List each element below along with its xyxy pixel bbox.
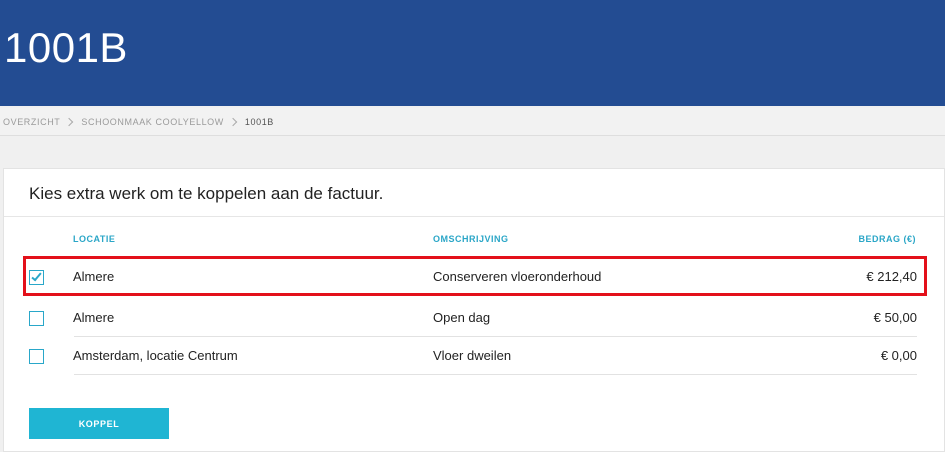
breadcrumb-item-schoonmaak[interactable]: SCHOONMAAK COOLYELLOW [81,117,223,127]
card-title: Kies extra werk om te koppelen aan de fa… [29,184,384,203]
breadcrumb: OVERZICHT SCHOONMAAK COOLYELLOW 1001B [0,108,945,136]
column-header-location[interactable]: LOCATIE [73,234,115,244]
page-header: 1001B [0,0,945,106]
highlight-box [23,256,927,296]
row-description: Vloer dweilen [433,348,512,363]
page-title: 1001B [4,24,128,71]
row-description: Open dag [433,310,491,325]
chevron-right-icon [228,117,238,126]
card-divider [4,216,944,217]
koppel-button[interactable]: KOPPEL [29,408,169,439]
table-row[interactable]: Amsterdam, locatie Centrum Vloer dweilen… [29,337,917,375]
breadcrumb-item-current: 1001B [244,116,274,127]
column-header-amount[interactable]: BEDRAG (€) [858,234,916,244]
table-row[interactable]: Almere Open dag € 50,00 [29,299,917,337]
row-amount: € 0,00 [880,348,917,363]
row-divider [74,374,917,375]
chevron-right-icon [65,117,74,126]
row-checkbox[interactable] [29,311,44,326]
row-amount: € 50,00 [873,310,917,325]
breadcrumb-item-overzicht[interactable]: OVERZICHT [3,117,60,127]
row-location: Almere [73,310,115,325]
extra-work-card: Kies extra werk om te koppelen aan de fa… [3,168,945,452]
column-header-description[interactable]: OMSCHRIJVING [433,234,509,244]
row-location: Amsterdam, locatie Centrum [73,348,238,363]
row-checkbox[interactable] [29,349,44,364]
